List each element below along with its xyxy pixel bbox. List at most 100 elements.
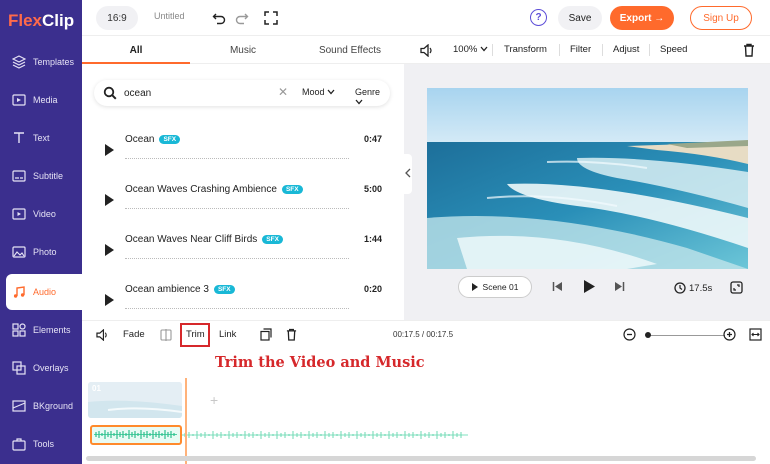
sfx-badge: SFX <box>159 135 181 144</box>
sidebar-item-video[interactable]: Video <box>0 196 82 232</box>
clock-icon <box>674 282 686 294</box>
aspect-ratio-button[interactable]: 16:9 <box>96 6 138 30</box>
fullscreen-expand-icon[interactable] <box>262 9 280 27</box>
fullscreen-icon[interactable] <box>730 281 743 294</box>
duration-display[interactable]: 17.5s <box>674 282 712 294</box>
timecode: 00:17.5 / 00:17.5 <box>393 330 454 339</box>
signup-button[interactable]: Sign Up <box>690 6 752 30</box>
scene-play-button[interactable]: Scene 01 <box>458 276 532 298</box>
trim-highlight-box <box>180 323 210 347</box>
split-icon[interactable] <box>160 329 172 341</box>
zoom-value: 100% <box>453 44 478 55</box>
duration-value: 17.5s <box>689 282 713 294</box>
collapse-panel-button[interactable] <box>404 154 412 194</box>
play-icon[interactable] <box>582 279 596 294</box>
sidebar-item-label: Templates <box>33 57 75 67</box>
volume-icon[interactable] <box>420 44 434 57</box>
play-icon[interactable] <box>105 194 114 206</box>
track-duration: 5:00 <box>364 184 383 194</box>
sidebar-item-tools[interactable]: Tools <box>0 426 82 462</box>
search-input[interactable] <box>124 86 254 100</box>
selected-audio-clip[interactable] <box>90 425 182 445</box>
link-button[interactable]: Link <box>219 329 236 340</box>
tutorial-annotation: Trim the Video and Music <box>215 354 425 371</box>
zoom-slider-track[interactable] <box>647 335 725 336</box>
fit-timeline-icon[interactable] <box>749 328 762 341</box>
duplicate-icon[interactable] <box>260 328 272 341</box>
clear-search-icon[interactable]: ✕ <box>278 85 288 99</box>
layers-icon <box>12 55 26 69</box>
background-icon <box>12 399 26 413</box>
video-preview[interactable] <box>427 88 748 269</box>
add-scene-button[interactable]: + <box>210 392 218 408</box>
sidebar-item-photo[interactable]: Photo <box>0 234 82 270</box>
play-icon[interactable] <box>105 244 114 256</box>
clip-number: 01 <box>92 384 101 393</box>
skip-back-icon[interactable] <box>552 281 563 292</box>
zoom-dropdown[interactable]: 100% <box>453 44 488 55</box>
adjust-button[interactable]: Adjust <box>613 44 639 55</box>
top-bar: 16:9 Untitled ? Save Export → Sign Up <box>82 0 770 36</box>
sidebar-item-overlays[interactable]: Overlays <box>0 350 82 386</box>
fade-button[interactable]: Fade <box>123 329 145 340</box>
flexclip-logo[interactable]: Flex Clip <box>8 10 74 32</box>
tab-all[interactable]: All <box>82 36 190 64</box>
zoom-slider-handle[interactable] <box>645 332 651 338</box>
help-icon[interactable]: ? <box>530 9 547 26</box>
video-clip[interactable]: 01 <box>88 382 182 418</box>
sidebar-item-media[interactable]: Media <box>0 82 82 118</box>
sidebar-item-subtitle[interactable]: Subtitle <box>0 158 82 194</box>
undo-icon[interactable] <box>210 9 228 27</box>
export-button[interactable]: Export → <box>610 6 674 30</box>
filter-button[interactable]: Filter <box>570 44 591 55</box>
clip-thumbnail <box>88 382 182 418</box>
sidebar-item-label: Audio <box>33 287 57 297</box>
sidebar-item-label: Overlays <box>33 363 69 373</box>
audio-waveform <box>94 430 177 439</box>
track-title: Ocean Waves Near Cliff Birds <box>125 234 258 245</box>
track-duration: 0:47 <box>364 134 383 144</box>
text-icon <box>12 131 26 145</box>
volume-icon[interactable] <box>96 329 109 341</box>
preview-area: 100% Transform Filter Adjust Speed Scene… <box>404 36 770 320</box>
playhead[interactable] <box>185 378 187 464</box>
mood-filter-dropdown[interactable]: Mood <box>302 87 335 97</box>
skip-forward-icon[interactable] <box>614 281 625 292</box>
sfx-badge: SFX <box>213 285 235 294</box>
scene-label: Scene 01 <box>482 282 519 292</box>
flexclip-editor: Flex Clip Templates Media Text Subtitle V… <box>0 0 770 464</box>
chevron-down-icon <box>355 99 363 105</box>
trash-icon[interactable] <box>286 328 297 341</box>
timeline-scrollbar[interactable] <box>86 456 756 461</box>
divider <box>559 44 560 56</box>
chevron-down-icon <box>327 89 335 95</box>
audio-waveform-extended[interactable] <box>182 429 468 441</box>
trash-icon[interactable] <box>743 43 755 57</box>
overlays-icon <box>12 361 26 375</box>
tab-music[interactable]: Music <box>190 36 296 64</box>
genre-filter-dropdown[interactable]: Genre <box>355 87 390 107</box>
speed-button[interactable]: Speed <box>660 44 687 55</box>
sidebar-item-text[interactable]: Text <box>0 120 82 156</box>
genre-filter-label: Genre <box>355 87 381 97</box>
save-button[interactable]: Save <box>558 6 602 30</box>
list-item[interactable]: Ocean Waves Near Cliff Birds SFX 1:44 <box>82 228 404 278</box>
sidebar-item-elements[interactable]: Elements <box>0 312 82 348</box>
zoom-out-icon[interactable] <box>623 328 636 341</box>
redo-icon[interactable] <box>233 9 251 27</box>
video-icon <box>12 207 26 221</box>
tab-sound-effects[interactable]: Sound Effects <box>296 36 404 64</box>
play-icon[interactable] <box>105 294 114 306</box>
sidebar-item-audio[interactable]: Audio <box>6 274 82 310</box>
timeline: Trim the Video and Music 01 + <box>82 348 770 464</box>
list-item[interactable]: Ocean Waves Crashing Ambience SFX 5:00 <box>82 178 404 228</box>
sidebar-item-templates[interactable]: Templates <box>0 44 82 80</box>
play-icon[interactable] <box>105 144 114 156</box>
list-item[interactable]: Ocean SFX 0:47 <box>82 128 404 178</box>
photo-icon <box>12 245 26 259</box>
sidebar-item-bkground[interactable]: BKground <box>0 388 82 424</box>
zoom-in-icon[interactable] <box>723 328 736 341</box>
project-title[interactable]: Untitled <box>154 11 185 21</box>
transform-button[interactable]: Transform <box>504 44 547 55</box>
divider <box>492 44 493 56</box>
